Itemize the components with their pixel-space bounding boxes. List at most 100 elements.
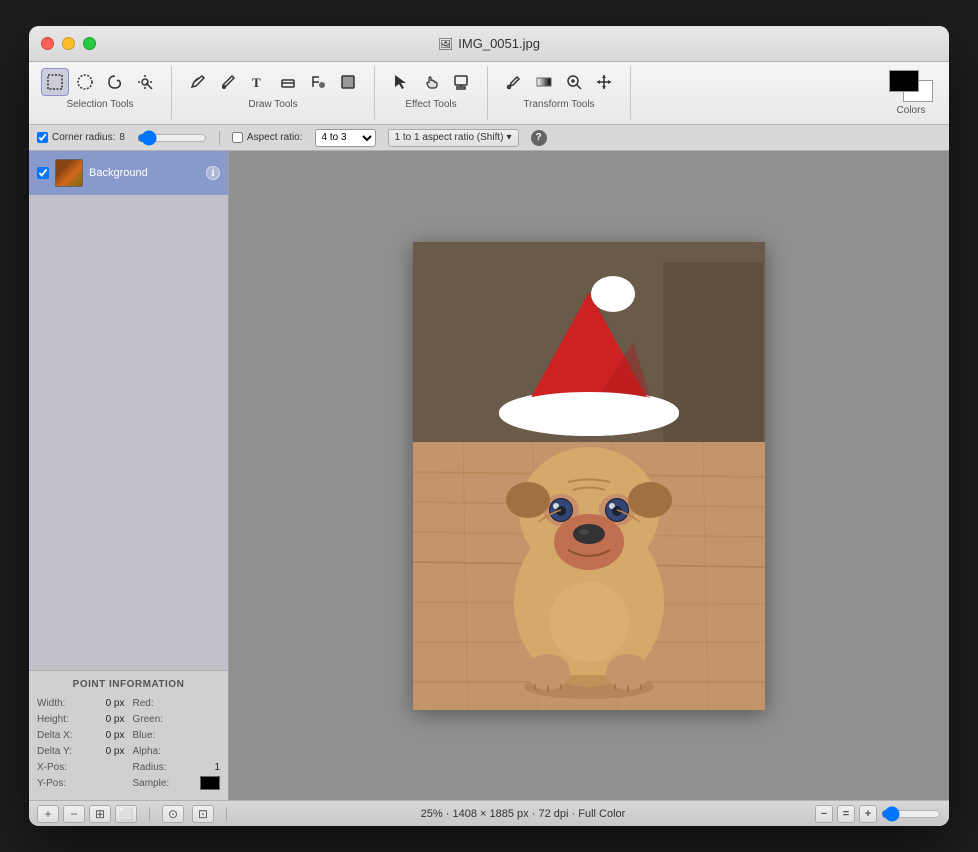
- stamp-tool[interactable]: [447, 68, 475, 96]
- red-row: Red:: [133, 696, 221, 712]
- marquee-rect-tool[interactable]: [41, 68, 69, 96]
- svg-text:T: T: [252, 75, 261, 90]
- zoom-in-button[interactable]: +: [859, 805, 877, 823]
- maximize-button[interactable]: [83, 37, 96, 50]
- point-info-right: Red: Green: Blue: Alpha:: [133, 696, 221, 792]
- statusbar-left: + − ⊞ ⬜: [37, 805, 137, 823]
- zoom-out-button[interactable]: −: [815, 805, 833, 823]
- shape-tool[interactable]: [334, 68, 362, 96]
- eraser-tool[interactable]: [274, 68, 302, 96]
- text-tool[interactable]: T: [244, 68, 272, 96]
- marquee-ellipse-tool[interactable]: [71, 68, 99, 96]
- point-info-grid: Width: 0 px Height: 0 px Delta X: 0 px: [37, 696, 220, 792]
- effect-tools-label: Effect Tools: [405, 99, 456, 110]
- sample-color-swatch: [200, 776, 220, 790]
- dropdown-arrow-icon: ▾: [506, 132, 511, 143]
- draw-tool-buttons: T: [184, 68, 362, 96]
- main-content: Background ℹ POINT INFORMATION Width: 0 …: [29, 151, 949, 800]
- options-bar: Corner radius: 8 Aspect ratio: 4 to 3 16…: [29, 125, 949, 151]
- point-info-left: Width: 0 px Height: 0 px Delta X: 0 px: [37, 696, 125, 792]
- selection-tools-label: Selection Tools: [66, 99, 133, 110]
- pencil-tool[interactable]: [184, 68, 212, 96]
- statusbar-separator-1: [149, 807, 150, 821]
- layer-thumbnail: [55, 159, 83, 187]
- point-info-title: POINT INFORMATION: [37, 679, 220, 690]
- ypos-row: Y-Pos:: [37, 776, 125, 792]
- delta-x-row: Delta X: 0 px: [37, 728, 125, 744]
- quick-mask-button[interactable]: ⊙: [162, 805, 184, 823]
- zoom-controls: − = +: [815, 805, 941, 823]
- draw-tools-label: Draw Tools: [248, 99, 297, 110]
- height-row: Height: 0 px: [37, 712, 125, 728]
- delta-y-row: Delta Y: 0 px: [37, 744, 125, 760]
- width-row: Width: 0 px: [37, 696, 125, 712]
- fill-tool[interactable]: [304, 68, 332, 96]
- close-button[interactable]: [41, 37, 54, 50]
- selection-tools-group: Selection Tools: [29, 66, 172, 120]
- xpos-row: X-Pos:: [37, 760, 125, 776]
- layers-panel: Background ℹ POINT INFORMATION Width: 0 …: [29, 151, 229, 800]
- move-tool[interactable]: [590, 68, 618, 96]
- foreground-color-swatch[interactable]: [889, 70, 919, 92]
- selection-tool-buttons: [41, 68, 159, 96]
- constraint-button[interactable]: 1 to 1 aspect ratio (Shift) ▾: [388, 129, 519, 147]
- transform-tools-group: Transform Tools: [488, 66, 631, 120]
- green-row: Green:: [133, 712, 221, 728]
- add-layer-button[interactable]: +: [37, 805, 59, 823]
- image-canvas: [413, 242, 765, 710]
- corner-radius-slider[interactable]: [137, 132, 207, 144]
- statusbar: + − ⊞ ⬜ ⊙ ⊡ 25% · 1408 × 1885 px · 72 dp…: [29, 800, 949, 826]
- point-information-panel: POINT INFORMATION Width: 0 px Height: 0 …: [29, 670, 228, 800]
- zoom-tool[interactable]: [560, 68, 588, 96]
- corner-radius-checkbox[interactable]: [37, 132, 48, 143]
- colors-group: Colors: [873, 66, 949, 120]
- layer-item-background[interactable]: Background ℹ: [29, 151, 228, 195]
- layer-info-button[interactable]: ℹ: [206, 166, 220, 180]
- delete-layer-button[interactable]: −: [63, 805, 85, 823]
- layer-name: Background: [89, 167, 200, 179]
- layers-empty-area: [29, 195, 228, 670]
- effect-tool-buttons: [387, 68, 475, 96]
- cursor-tool[interactable]: [387, 68, 415, 96]
- toolbar: Selection Tools: [29, 62, 949, 125]
- aspect-ratio-select[interactable]: 4 to 3 16 to 9 1 to 1 Custom: [315, 129, 376, 147]
- blue-row: Blue:: [133, 728, 221, 744]
- alpha-row: Alpha:: [133, 744, 221, 760]
- sample-row: Sample:: [133, 776, 221, 792]
- colors-label: Colors: [897, 105, 926, 116]
- image-container: [413, 242, 765, 710]
- zoom-fit-button[interactable]: =: [837, 805, 855, 823]
- minimize-button[interactable]: [62, 37, 75, 50]
- layer-visibility-checkbox[interactable]: [37, 167, 49, 179]
- color-swatches[interactable]: [889, 70, 933, 102]
- reference-image-button[interactable]: ⬜: [115, 805, 137, 823]
- window-title: 🖼 IMG_0051.jpg: [438, 36, 540, 51]
- titlebar: 🖼 IMG_0051.jpg: [29, 26, 949, 62]
- draw-tools-group: T: [172, 66, 375, 120]
- file-icon: 🖼: [438, 37, 453, 51]
- effect-tools-group: Effect Tools: [375, 66, 488, 120]
- main-window: 🖼 IMG_0051.jpg: [29, 26, 949, 826]
- magic-wand-tool[interactable]: [131, 68, 159, 96]
- brush-tool[interactable]: [214, 68, 242, 96]
- options-separator-1: [219, 131, 220, 145]
- corner-radius-label: Corner radius: 8: [37, 132, 125, 143]
- gradient-tool[interactable]: [530, 68, 558, 96]
- help-button[interactable]: ?: [531, 130, 547, 146]
- lasso-tool[interactable]: [101, 68, 129, 96]
- layer-thumb-preview: [56, 160, 82, 186]
- radius-row: Radius: 1: [133, 760, 221, 776]
- hand-tool[interactable]: [417, 68, 445, 96]
- canvas-area[interactable]: [229, 151, 949, 800]
- traffic-lights: [41, 37, 96, 50]
- duplicate-layer-button[interactable]: ⊞: [89, 805, 111, 823]
- eyedropper-tool[interactable]: [500, 68, 528, 96]
- zoom-slider[interactable]: [881, 809, 941, 819]
- aspect-ratio-checkbox[interactable]: [232, 132, 243, 143]
- selection-mode-button[interactable]: ⊡: [192, 805, 214, 823]
- transform-tool-buttons: [500, 68, 618, 96]
- aspect-ratio-label: Aspect ratio:: [232, 132, 303, 143]
- statusbar-separator-2: [226, 807, 227, 821]
- statusbar-info: 25% · 1408 × 1885 px · 72 dpi · Full Col…: [239, 808, 807, 820]
- transform-tools-label: Transform Tools: [523, 99, 594, 110]
